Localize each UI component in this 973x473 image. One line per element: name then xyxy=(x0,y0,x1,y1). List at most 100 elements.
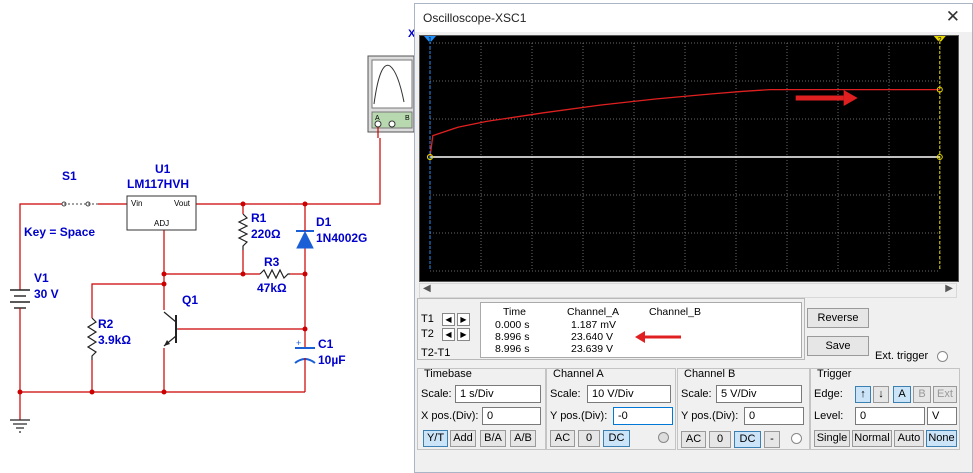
channel-a-trace xyxy=(429,88,940,158)
channel-b-scale-field[interactable]: 5 V/Div xyxy=(716,385,802,403)
timebase-scale-label: Scale: xyxy=(421,388,452,400)
timebase-xpos-field[interactable]: 0 xyxy=(482,407,541,425)
timebase-title: Timebase xyxy=(424,368,472,380)
trigger-source-a-button[interactable]: A xyxy=(893,386,911,403)
t2-right-arrow-icon[interactable]: ▶ xyxy=(457,328,470,341)
ext-trigger-label: Ext. trigger xyxy=(875,350,929,362)
channel-b-title: Channel B xyxy=(684,368,736,380)
close-icon[interactable]: ✕ xyxy=(946,7,960,27)
t1-right-arrow-icon[interactable]: ▶ xyxy=(457,313,470,326)
horizontal-scrollbar[interactable]: ◀ ▶ xyxy=(419,283,957,298)
channel-b-ypos-label: Y pos.(Div): xyxy=(681,410,739,422)
battery-v1: V1 30 V xyxy=(10,271,59,318)
scope-display[interactable]: 12 xyxy=(419,35,959,282)
switch-ref: S1 xyxy=(62,169,77,183)
channel-b-dc-button[interactable]: DC xyxy=(734,431,761,448)
capacitor-c1: + C1 10µF xyxy=(294,337,346,368)
mode-ba-button[interactable]: B/A xyxy=(480,430,506,447)
trigger-level-field[interactable]: 0 xyxy=(855,407,925,425)
trigger-title: Trigger xyxy=(817,368,852,380)
pin-adj: ADJ xyxy=(154,219,169,228)
trigger-single-button[interactable]: Single xyxy=(814,430,850,447)
battery-value: 30 V xyxy=(34,287,59,301)
scope-pin-b: B xyxy=(405,115,410,122)
header-channel-b: Channel_B xyxy=(649,306,701,318)
row3-a: 23.639 V xyxy=(571,343,614,355)
regulator-part: LM117HVH xyxy=(127,177,189,191)
annotation-arrow-icon xyxy=(635,331,681,343)
trigger-none-button[interactable]: None xyxy=(926,430,957,447)
r3-ref: R3 xyxy=(264,255,280,269)
window-title: Oscilloscope-XSC1 xyxy=(423,11,527,25)
r3-value: 47kΩ xyxy=(257,281,287,295)
channel-b-ac-button[interactable]: AC xyxy=(681,431,706,448)
oscilloscope-window: Oscilloscope-XSC1 ✕ 12 ◀ ▶ T1 ◀ ▶ T2 ◀ ▶… xyxy=(414,3,973,473)
title-bar[interactable]: Oscilloscope-XSC1 ✕ xyxy=(415,4,972,32)
resistor-r2: R2 3.9kΩ xyxy=(86,317,131,360)
timebase-scale-field[interactable]: 1 s/Div xyxy=(455,385,541,403)
scope-pin-a: A xyxy=(375,115,380,122)
channel-b-scale-label: Scale: xyxy=(681,388,712,400)
trigger-edge-label: Edge: xyxy=(814,388,843,400)
ground-symbol xyxy=(10,419,30,433)
c1-ref: C1 xyxy=(318,337,334,351)
channel-a-dc-button[interactable]: DC xyxy=(603,430,630,447)
c1-value: 10µF xyxy=(318,353,346,367)
trigger-level-unit[interactable]: V xyxy=(927,407,957,425)
diode-d1: D1 1N4002G xyxy=(296,215,367,249)
trigger-source-b-button[interactable]: B xyxy=(913,386,931,403)
regulator-u1: Vin Vout ADJ U1 LM117HVH xyxy=(126,162,197,231)
channel-b-terminal[interactable] xyxy=(791,433,802,444)
regulator-ref: U1 xyxy=(155,162,171,176)
trigger-group: Trigger Edge: ↑ ↓ A B Ext Level: 0 V Sin… xyxy=(810,368,960,450)
battery-ref: V1 xyxy=(34,271,49,285)
channel-a-zero-button[interactable]: 0 xyxy=(578,430,600,447)
channel-a-scale-label: Scale: xyxy=(550,388,581,400)
scope-plot: 12 xyxy=(424,36,946,272)
save-button[interactable]: Save xyxy=(807,336,869,356)
cursor-number: 2 xyxy=(938,37,942,44)
mode-ab-button[interactable]: A/B xyxy=(510,430,536,447)
mode-yt-button[interactable]: Y/T xyxy=(423,430,448,447)
channel-a-group: Channel A Scale: 10 V/Div Y pos.(Div): -… xyxy=(546,368,676,450)
trigger-auto-button[interactable]: Auto xyxy=(894,430,924,447)
row1-time: 0.000 s xyxy=(495,319,530,331)
channel-a-ac-button[interactable]: AC xyxy=(550,430,575,447)
channel-b-minus-button[interactable]: - xyxy=(764,431,780,448)
row2-a: 23.640 V xyxy=(571,331,614,343)
svg-text:+: + xyxy=(296,338,301,348)
channel-a-ypos-field[interactable]: -0 xyxy=(613,407,673,425)
t2-left-arrow-icon[interactable]: ◀ xyxy=(442,328,455,341)
row2-time: 8.996 s xyxy=(495,331,530,343)
trigger-normal-button[interactable]: Normal xyxy=(852,430,892,447)
ext-trigger-terminal[interactable] xyxy=(937,351,948,362)
d1-value: 1N4002G xyxy=(316,231,367,245)
scroll-right-icon[interactable]: ▶ xyxy=(945,283,953,294)
channel-a-scale-field[interactable]: 10 V/Div xyxy=(587,385,671,403)
q1-ref: Q1 xyxy=(182,293,198,307)
oscilloscope-instrument-icon[interactable]: X A B xyxy=(367,28,414,138)
channel-b-ypos-field[interactable]: 0 xyxy=(744,407,804,425)
d1-ref: D1 xyxy=(316,215,332,229)
channel-a-ypos-label: Y pos.(Div): xyxy=(550,410,608,422)
row3-time: 8.996 s xyxy=(495,343,530,355)
annotation-arrow-head xyxy=(843,90,858,107)
header-channel-a: Channel_A xyxy=(567,306,619,318)
reverse-button[interactable]: Reverse xyxy=(807,308,869,328)
channel-a-terminal[interactable] xyxy=(658,432,669,443)
scroll-left-icon[interactable]: ◀ xyxy=(423,283,431,294)
transistor-q1: Q1 xyxy=(163,293,198,347)
timebase-xpos-label: X pos.(Div): xyxy=(421,410,479,422)
t1-left-arrow-icon[interactable]: ◀ xyxy=(442,313,455,326)
mode-add-button[interactable]: Add xyxy=(450,430,476,447)
channel-b-zero-button[interactable]: 0 xyxy=(709,431,731,448)
cursor-readout-panel: T1 ◀ ▶ T2 ◀ ▶ T2-T1 Time Channel_A Chann… xyxy=(417,298,805,360)
cursor-number: 1 xyxy=(428,37,432,44)
channel-a-title: Channel A xyxy=(553,368,604,380)
rising-edge-icon[interactable]: ↑ xyxy=(855,386,871,403)
r1-ref: R1 xyxy=(251,211,267,225)
readout-table: Time Channel_A Channel_B 0.000 s 1.187 m… xyxy=(480,302,802,358)
trigger-source-ext-button[interactable]: Ext xyxy=(933,386,957,403)
channel-b-group: Channel B Scale: 5 V/Div Y pos.(Div): 0 … xyxy=(677,368,810,450)
falling-edge-icon[interactable]: ↓ xyxy=(873,386,889,403)
